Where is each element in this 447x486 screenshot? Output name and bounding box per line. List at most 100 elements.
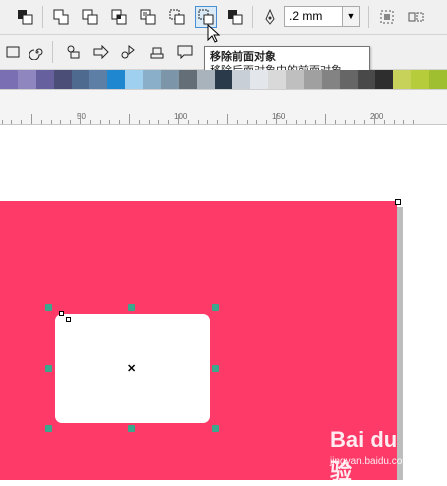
palette-swatch[interactable] xyxy=(17,70,36,89)
ruler-tick xyxy=(178,114,179,124)
callout-shapes-icon[interactable] xyxy=(174,41,196,63)
ruler-tick xyxy=(413,120,415,124)
palette-swatch[interactable] xyxy=(178,70,197,89)
selection-handle[interactable] xyxy=(212,425,219,432)
palette-swatch[interactable] xyxy=(393,70,412,89)
palette-swatch[interactable] xyxy=(339,70,358,89)
selection-handle[interactable] xyxy=(45,365,52,372)
ruler-tick xyxy=(11,120,13,124)
selection-handle[interactable] xyxy=(212,365,219,372)
align-icon[interactable] xyxy=(405,6,427,28)
palette-swatch[interactable] xyxy=(125,70,143,89)
ruler-tick xyxy=(374,114,375,124)
spiral-icon[interactable] xyxy=(26,41,48,63)
ruler-tick xyxy=(129,114,130,124)
color-palette[interactable] xyxy=(0,70,447,90)
ruler-tick xyxy=(246,120,248,124)
palette-swatch[interactable] xyxy=(411,70,429,89)
ruler-tick xyxy=(227,114,228,124)
ruler-tick xyxy=(295,120,297,124)
palette-swatch[interactable] xyxy=(250,70,269,89)
ruler-tick xyxy=(31,114,32,124)
pen-outline-icon[interactable] xyxy=(259,6,281,28)
intersect-icon[interactable] xyxy=(108,6,130,28)
selection-handle[interactable] xyxy=(128,304,135,311)
ruler-tick xyxy=(393,120,395,124)
ruler-tick xyxy=(99,120,101,124)
selection-handle[interactable] xyxy=(128,425,135,432)
corner-node[interactable] xyxy=(59,311,64,316)
palette-swatch[interactable] xyxy=(321,70,340,89)
ruler-tick xyxy=(315,120,317,124)
palette-swatch[interactable] xyxy=(89,70,108,89)
arrange-front-icon[interactable] xyxy=(14,6,36,28)
banner-shapes-icon[interactable] xyxy=(146,41,168,63)
corner-node[interactable] xyxy=(395,199,401,205)
palette-swatch[interactable] xyxy=(232,70,251,89)
trim-icon[interactable] xyxy=(79,6,101,28)
center-mark-icon[interactable]: ✕ xyxy=(127,364,136,375)
ruler-tick xyxy=(158,120,160,124)
palette-swatch[interactable] xyxy=(268,70,286,89)
selection-handle[interactable] xyxy=(212,304,219,311)
horizontal-ruler: 50 100 150 200 xyxy=(0,90,447,125)
palette-swatch[interactable] xyxy=(214,70,233,89)
palette-swatch[interactable] xyxy=(286,70,304,89)
toolbar-divider xyxy=(368,6,369,28)
palette-swatch[interactable] xyxy=(107,70,126,89)
basic-shapes-icon[interactable] xyxy=(62,41,84,63)
arrow-shapes-icon[interactable] xyxy=(90,41,112,63)
ruler-tick xyxy=(266,120,268,124)
selection-handle[interactable] xyxy=(45,304,52,311)
ruler-tick xyxy=(21,120,23,124)
property-bar: .2 mm ▼ xyxy=(0,0,447,35)
toolbar-divider xyxy=(42,6,43,28)
ruler-tick xyxy=(119,120,121,124)
ruler-tick xyxy=(80,114,81,124)
ruler-tick xyxy=(217,120,219,124)
ruler-tick xyxy=(305,120,307,124)
ruler-tick xyxy=(148,120,150,124)
ruler-tick xyxy=(236,120,238,124)
chevron-down-icon[interactable]: ▼ xyxy=(342,7,359,26)
selection-handle[interactable] xyxy=(45,425,52,432)
palette-swatch[interactable] xyxy=(143,70,161,89)
mouse-cursor-icon xyxy=(207,23,221,49)
simplify-icon[interactable] xyxy=(137,6,159,28)
ruler-tick xyxy=(50,120,52,124)
watermark-url: jingyan.baidu.com xyxy=(330,456,411,467)
create-boundary-icon[interactable] xyxy=(376,6,398,28)
ruler-tick xyxy=(197,120,199,124)
back-minus-front-icon[interactable] xyxy=(224,6,246,28)
simplify-dashed-icon[interactable] xyxy=(166,6,188,28)
palette-swatch[interactable] xyxy=(303,70,322,89)
corner-node[interactable] xyxy=(66,317,71,322)
ruler-tick xyxy=(138,120,140,124)
ruler-tick xyxy=(285,120,287,124)
palette-swatch[interactable] xyxy=(53,70,72,89)
palette-swatch[interactable] xyxy=(35,70,54,89)
palette-swatch[interactable] xyxy=(71,70,90,89)
palette-swatch[interactable] xyxy=(429,70,447,89)
weld-icon[interactable] xyxy=(50,6,72,28)
outline-width-value: .2 mm xyxy=(289,9,323,23)
ruler-tick xyxy=(276,114,277,124)
ruler-tick xyxy=(207,120,209,124)
ruler-tick xyxy=(344,120,346,124)
flowchart-shapes-icon[interactable] xyxy=(118,41,140,63)
palette-swatch[interactable] xyxy=(196,70,215,89)
ruler-label: 150 xyxy=(272,112,286,121)
ruler-tick xyxy=(256,120,258,124)
rectangle-outline-icon[interactable] xyxy=(2,41,24,63)
palette-swatch[interactable] xyxy=(357,70,376,89)
ruler-tick xyxy=(70,120,72,124)
tooltip-title: 移除前面对象 xyxy=(210,51,276,63)
ruler-tick xyxy=(109,120,111,124)
palette-swatch[interactable] xyxy=(160,70,179,89)
palette-swatch[interactable] xyxy=(375,70,394,89)
ruler-tick xyxy=(89,120,91,124)
palette-swatch[interactable] xyxy=(0,70,18,89)
outline-width-dropdown[interactable]: .2 mm ▼ xyxy=(284,6,360,27)
ruler-tick xyxy=(403,120,405,124)
ruler-tick xyxy=(1,120,3,124)
